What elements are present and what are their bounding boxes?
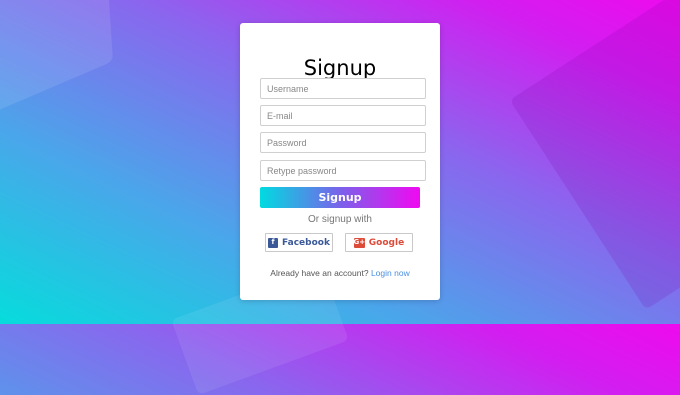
google-button[interactable]: G+ Google — [345, 233, 413, 252]
login-now-link[interactable]: Login now — [371, 268, 410, 278]
password-input[interactable] — [260, 132, 426, 153]
or-signup-with-text: Or signup with — [308, 214, 372, 225]
retype-password-input[interactable] — [260, 160, 426, 181]
background-shape — [0, 0, 113, 142]
signup-button[interactable]: Signup — [260, 187, 420, 208]
login-prompt: Already have an account? Login now — [240, 268, 440, 278]
google-plus-icon: G+ — [353, 237, 366, 248]
page-title: Signup — [303, 56, 377, 80]
facebook-icon: f — [268, 237, 279, 248]
signup-card: Signup Signup Or signup with f Facebook … — [240, 23, 440, 300]
login-prompt-text: Already have an account? — [270, 268, 369, 278]
facebook-label: Facebook — [282, 237, 330, 248]
username-input[interactable] — [260, 78, 426, 99]
google-label: Google — [368, 237, 405, 248]
background-shape — [509, 0, 680, 310]
email-input[interactable] — [260, 105, 426, 126]
facebook-button[interactable]: f Facebook — [265, 233, 333, 252]
